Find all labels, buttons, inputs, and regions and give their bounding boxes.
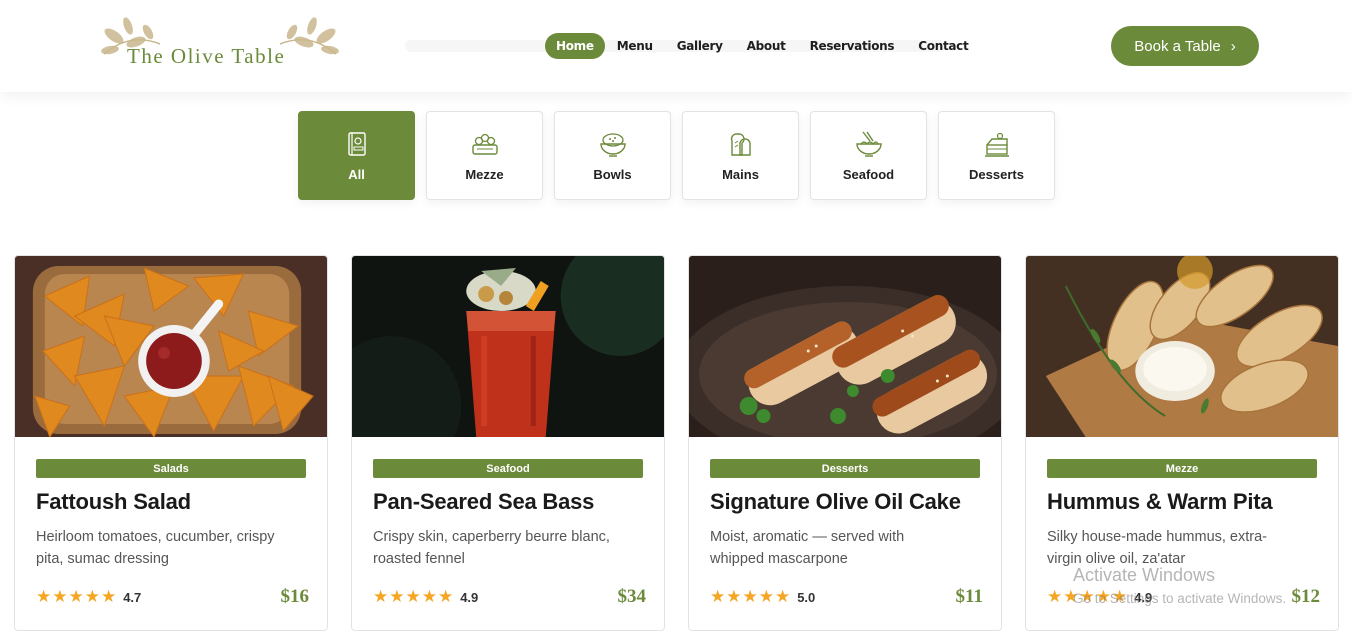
dish-description: Moist, aromatic — served with whipped ma… bbox=[710, 529, 905, 567]
category-tag: Seafood bbox=[373, 459, 643, 478]
dish-title: Fattoush Salad bbox=[36, 489, 191, 514]
nav-item-contact[interactable]: Contact bbox=[906, 33, 980, 59]
nav-item-about[interactable]: About bbox=[735, 33, 798, 59]
category-tag: Desserts bbox=[710, 459, 980, 478]
dish-title: Pan-Seared Sea Bass bbox=[373, 489, 595, 514]
card-footer: ★★★★★ 4.9 $12 bbox=[1047, 584, 1320, 610]
dish-photo bbox=[15, 256, 327, 437]
rating-value: 5.0 bbox=[797, 589, 816, 605]
category-tag: Salads bbox=[36, 459, 306, 478]
category-filter-bar: All Mezze Bowls Mains Seafood Desserts bbox=[298, 111, 1055, 200]
star-rating-icon: ★★★★★ bbox=[373, 587, 455, 606]
category-label: Mains bbox=[722, 167, 759, 182]
category-label: Seafood bbox=[842, 167, 895, 182]
menu-card[interactable]: Desserts Signature Olive Oil Cake Moist,… bbox=[688, 255, 1002, 631]
dish-photo bbox=[1026, 256, 1338, 437]
star-rating-icon: ★★★★★ bbox=[36, 587, 118, 606]
nav-item-reservations[interactable]: Reservations bbox=[798, 33, 907, 59]
card-footer: ★★★★★ 5.0 $11 bbox=[710, 584, 983, 610]
category-label: Desserts bbox=[969, 167, 1024, 182]
rating-value: 4.9 bbox=[1134, 589, 1153, 605]
dish-photo bbox=[689, 256, 1001, 437]
category-tab-desserts[interactable]: Desserts bbox=[938, 111, 1055, 200]
bowl-icon bbox=[599, 133, 626, 157]
main-nav: Home Menu Gallery About Reservations Con… bbox=[545, 32, 980, 60]
category-label: Mezze bbox=[465, 167, 504, 182]
category-label: All bbox=[348, 167, 365, 182]
dish-price: $16 bbox=[280, 586, 310, 607]
dish-description: Crispy skin, caperberry beurre blanc, ro… bbox=[373, 529, 610, 567]
card-body: Mezze Hummus & Warm Pita Silky house-mad… bbox=[1047, 459, 1317, 570]
menu-card-grid: Salads Fattoush Salad Heirloom tomatoes,… bbox=[14, 255, 1339, 631]
menu-book-icon bbox=[347, 132, 366, 156]
category-label: Bowls bbox=[593, 167, 632, 182]
cake-icon bbox=[984, 132, 1009, 157]
dish-price: $11 bbox=[955, 586, 983, 607]
card-footer: ★★★★★ 4.9 $34 bbox=[373, 584, 646, 610]
site-header: The Olive Table Home Menu Gallery About … bbox=[0, 0, 1352, 92]
mezze-platter-icon bbox=[471, 133, 498, 155]
menu-card[interactable]: Salads Fattoush Salad Heirloom tomatoes,… bbox=[14, 255, 328, 631]
dish-price: $34 bbox=[617, 586, 647, 607]
hero-heading-behind-header bbox=[470, 0, 485, 37]
dish-description: Heirloom tomatoes, cucumber, crispy pita… bbox=[36, 529, 275, 567]
site-logo[interactable]: The Olive Table bbox=[100, 14, 340, 74]
menu-card[interactable]: Mezze Hummus & Warm Pita Silky house-mad… bbox=[1025, 255, 1339, 631]
card-body: Seafood Pan-Seared Sea Bass Crispy skin,… bbox=[373, 459, 643, 570]
category-tab-mains[interactable]: Mains bbox=[682, 111, 799, 200]
nav-item-gallery[interactable]: Gallery bbox=[665, 33, 735, 59]
menu-card[interactable]: Seafood Pan-Seared Sea Bass Crispy skin,… bbox=[351, 255, 665, 631]
star-rating-icon: ★★★★★ bbox=[1047, 587, 1129, 606]
dish-title: Signature Olive Oil Cake bbox=[710, 489, 961, 514]
noodle-bowl-icon bbox=[855, 131, 882, 157]
category-tab-mezze[interactable]: Mezze bbox=[426, 111, 543, 200]
category-tab-seafood[interactable]: Seafood bbox=[810, 111, 927, 200]
chevron-right-icon: › bbox=[1230, 37, 1236, 55]
star-rating-icon: ★★★★★ bbox=[710, 587, 792, 606]
card-body: Desserts Signature Olive Oil Cake Moist,… bbox=[710, 459, 980, 570]
dish-photo bbox=[352, 256, 664, 437]
rating-value: 4.9 bbox=[460, 589, 479, 605]
nav-item-home[interactable]: Home bbox=[545, 33, 605, 59]
category-tab-bowls[interactable]: Bowls bbox=[554, 111, 671, 200]
rating-value: 4.7 bbox=[123, 589, 142, 605]
category-tag: Mezze bbox=[1047, 459, 1317, 478]
dish-description: Silky house-made hummus, extra-virgin ol… bbox=[1047, 529, 1267, 567]
category-tab-all[interactable]: All bbox=[298, 111, 415, 200]
dish-price: $12 bbox=[1291, 586, 1321, 607]
book-a-table-button[interactable]: Book a Table › bbox=[1111, 26, 1259, 66]
card-footer: ★★★★★ 4.7 $16 bbox=[36, 584, 309, 610]
book-a-table-label: Book a Table bbox=[1134, 37, 1221, 55]
dish-title: Hummus & Warm Pita bbox=[1047, 489, 1273, 514]
nav-item-menu[interactable]: Menu bbox=[605, 33, 665, 59]
bread-icon bbox=[730, 133, 751, 156]
logo-text: The Olive Table bbox=[127, 44, 286, 68]
card-body: Salads Fattoush Salad Heirloom tomatoes,… bbox=[36, 459, 306, 570]
